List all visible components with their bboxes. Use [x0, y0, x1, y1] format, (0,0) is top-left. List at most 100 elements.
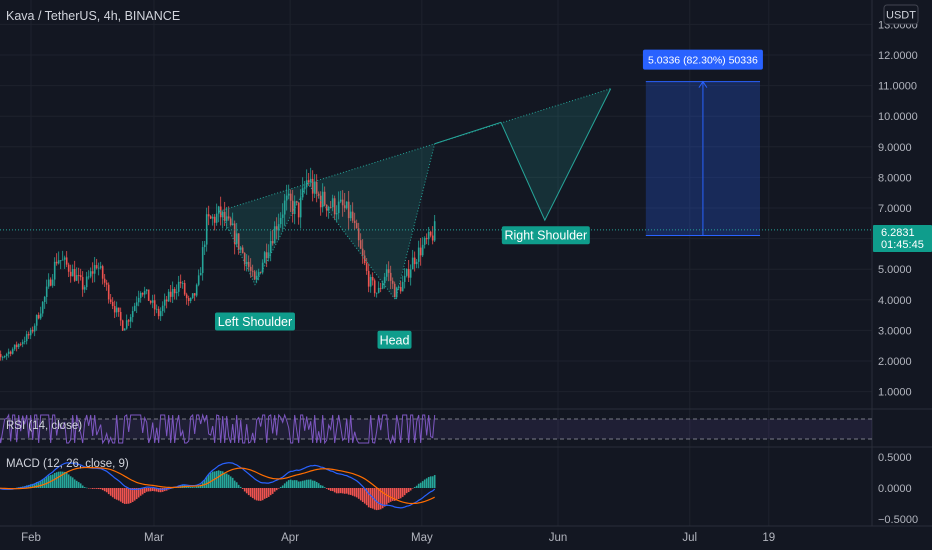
- macd-histogram-bar: [235, 482, 238, 488]
- candle-body: [67, 264, 70, 272]
- candle-body: [179, 281, 182, 284]
- macd-histogram-bar: [333, 488, 336, 493]
- macd-histogram-bar: [85, 487, 88, 489]
- currency-button-label: USDT: [886, 10, 916, 22]
- macd-histogram-bar: [161, 488, 164, 492]
- candle-body: [135, 302, 138, 306]
- macd-histogram-bar: [271, 488, 274, 494]
- macd-histogram-bar: [89, 488, 92, 489]
- macd-histogram-bar: [219, 470, 222, 488]
- candle-body: [185, 294, 188, 299]
- macd-histogram-bar: [347, 488, 350, 495]
- time-tick-label: Mar: [144, 532, 164, 544]
- macd-histogram-bar: [261, 488, 264, 501]
- head-label-text: Head: [380, 333, 410, 347]
- macd-histogram-bar: [147, 488, 150, 492]
- bar-countdown: 01:45:45: [881, 239, 924, 251]
- macd-histogram-bar: [143, 488, 146, 493]
- macd-histogram-bar: [245, 488, 248, 494]
- candle-body: [205, 214, 208, 245]
- macd-histogram-bar: [103, 488, 106, 492]
- macd-tick-label: −0.5000: [878, 514, 918, 526]
- macd-histogram-bar: [275, 488, 278, 491]
- macd-histogram-bar: [75, 480, 78, 488]
- currency-button[interactable]: USDT: [883, 4, 919, 25]
- macd-histogram-bar: [433, 475, 436, 488]
- candle-body: [405, 268, 408, 276]
- macd-histogram-bar: [107, 488, 110, 495]
- macd-tick-label: 0.0000: [878, 483, 912, 495]
- macd-histogram-bar: [253, 488, 256, 500]
- chart-canvas[interactable]: 5.0336 (82.30%) 50336 Left Shoulder Head…: [0, 0, 932, 550]
- macd-histogram-bar: [243, 488, 246, 492]
- macd-histogram-bar: [395, 488, 398, 500]
- candle-body: [45, 286, 48, 297]
- candle-body: [59, 260, 62, 262]
- price-tick-label: 12.0000: [878, 50, 918, 62]
- macd-histogram-bar: [207, 474, 210, 488]
- macd-histogram-bar: [405, 488, 408, 494]
- macd-histogram-bar: [151, 488, 154, 492]
- macd-histogram-bar: [247, 488, 250, 496]
- candle-body: [423, 237, 426, 245]
- head-label[interactable]: Head: [377, 330, 412, 349]
- macd-histogram-bar: [131, 488, 134, 502]
- candle-body: [11, 349, 14, 354]
- macd-histogram-bar: [311, 480, 314, 488]
- macd-histogram-bar: [297, 481, 300, 488]
- current-price-tag: 6.2831 01:45:45: [873, 225, 932, 252]
- macd-histogram-bar: [307, 479, 310, 488]
- macd-histogram-bar: [99, 488, 102, 490]
- candle-body: [105, 282, 108, 285]
- macd-histogram-bar: [335, 488, 338, 494]
- candle-body: [199, 272, 202, 276]
- macd-histogram-bar: [321, 485, 324, 488]
- right-shoulder-label[interactable]: Right Shoulder: [501, 226, 590, 245]
- macd-legend[interactable]: MACD (12, 26, close, 9): [6, 458, 129, 470]
- macd-histogram-bar: [83, 487, 86, 488]
- candle-body: [169, 291, 172, 297]
- candle-body: [13, 344, 16, 350]
- candle-body: [425, 237, 428, 240]
- current-price-value: 6.2831: [881, 227, 915, 239]
- candle-body: [109, 299, 112, 302]
- macd-histogram-bar: [327, 488, 330, 490]
- trading-chart[interactable]: 5.0336 (82.30%) 50336 Left Shoulder Head…: [0, 0, 932, 550]
- candle-body: [69, 271, 72, 277]
- macd-histogram-bar: [215, 470, 218, 488]
- macd-histogram-bar: [349, 488, 352, 495]
- macd-histogram-bar: [329, 488, 332, 491]
- candle-body: [373, 280, 376, 294]
- candle-body: [197, 275, 200, 285]
- candle-body: [147, 289, 150, 301]
- macd-histogram-bar: [305, 479, 308, 488]
- macd-histogram-bar: [363, 488, 366, 504]
- macd-histogram-bar: [249, 488, 252, 497]
- candle-body: [101, 266, 104, 279]
- macd-histogram-bar: [409, 488, 412, 491]
- candle-body: [53, 261, 56, 280]
- macd-histogram-bar: [369, 488, 372, 509]
- candle-body: [409, 269, 412, 278]
- candle-body: [121, 320, 124, 331]
- price-tick-label: 1.0000: [878, 387, 912, 399]
- candle-body: [309, 178, 312, 183]
- left-shoulder-label-text: Left Shoulder: [218, 315, 292, 329]
- left-shoulder-label[interactable]: Left Shoulder: [214, 312, 295, 331]
- macd-histogram-bar: [125, 488, 128, 504]
- macd-histogram-bar: [41, 479, 44, 488]
- candle-body: [125, 320, 128, 329]
- rsi-legend[interactable]: RSI (14, close): [6, 420, 82, 432]
- candle-body: [377, 287, 380, 293]
- macd-histogram-bar: [353, 488, 356, 497]
- macd-histogram-bar: [389, 488, 392, 502]
- candle-body: [103, 278, 106, 283]
- candle-body: [193, 293, 196, 296]
- macd-histogram-bar: [251, 488, 254, 499]
- symbol-title[interactable]: Kava / TetherUS, 4h, BINANCE: [6, 9, 180, 23]
- price-tick-label: 3.0000: [878, 325, 912, 337]
- candle-body: [375, 292, 378, 294]
- candle-body: [427, 231, 430, 240]
- macd-histogram-bar: [415, 485, 418, 488]
- macd-histogram-bar: [73, 479, 76, 488]
